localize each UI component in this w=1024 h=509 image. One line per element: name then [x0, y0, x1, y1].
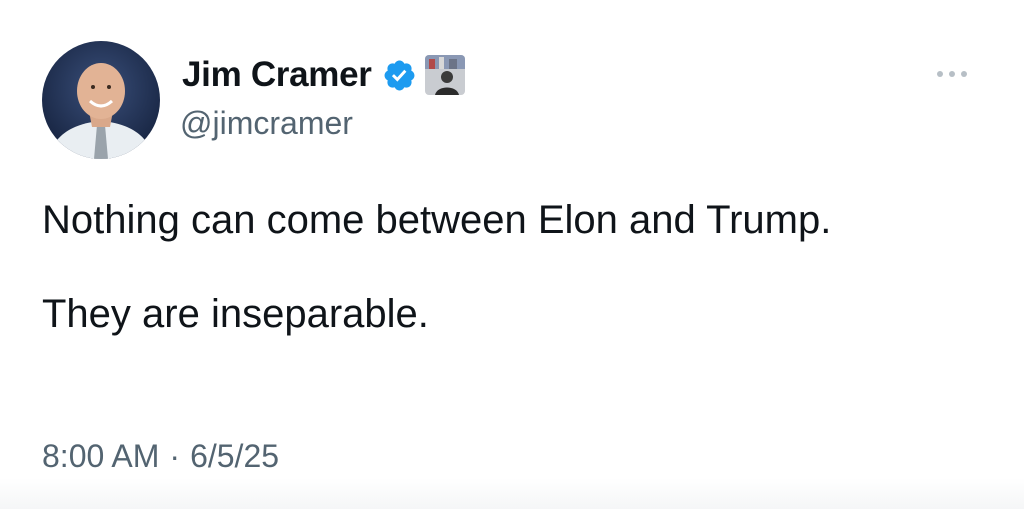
author-handle[interactable]: @jimcramer — [180, 105, 353, 142]
more-horizontal-icon — [937, 71, 967, 77]
tweet-timestamp: 8:00 AM · 6/5/25 — [42, 438, 279, 475]
author-name-row: Jim Cramer — [182, 51, 465, 99]
tweet-card[interactable]: Jim Cramer @jimcramer Nothing can come b… — [0, 0, 1024, 509]
bottom-fade — [0, 478, 1024, 509]
avatar-photo — [42, 41, 160, 159]
tweet-text-line: They are inseparable. — [42, 292, 429, 336]
tweet-date[interactable]: 6/5/25 — [190, 438, 279, 475]
tweet-time[interactable]: 8:00 AM — [42, 438, 159, 475]
affiliate-badge-icon[interactable] — [424, 55, 465, 95]
tweet-text: Nothing can come between Elon and Trump.… — [42, 196, 1012, 338]
author-avatar[interactable] — [42, 41, 160, 159]
author-display-name[interactable]: Jim Cramer — [182, 55, 372, 95]
meta-separator: · — [169, 438, 181, 474]
verified-badge-icon[interactable] — [382, 58, 417, 93]
tweet-text-line: Nothing can come between Elon and Trump. — [42, 198, 832, 242]
more-options-button[interactable] — [930, 60, 974, 88]
